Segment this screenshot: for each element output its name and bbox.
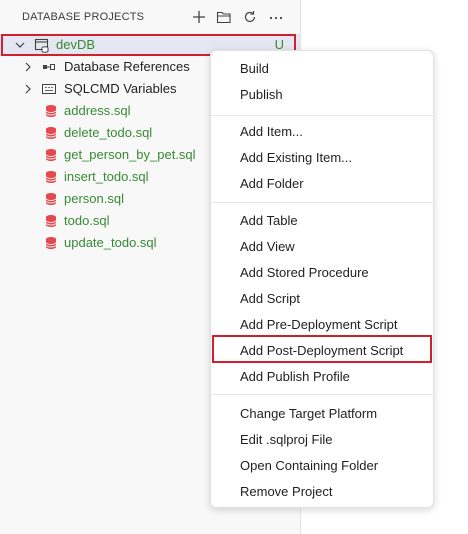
tree-item-label: SQLCMD Variables xyxy=(64,81,177,96)
menu-item-add-script[interactable]: Add Script xyxy=(211,287,433,311)
menu-item-add-stored-procedure[interactable]: Add Stored Procedure xyxy=(211,261,433,285)
post-deployment-highlight-box xyxy=(212,335,432,363)
sql-file-icon xyxy=(44,148,58,162)
file-label: get_person_by_pet.sql xyxy=(64,147,196,162)
folder-open-icon[interactable] xyxy=(216,9,232,25)
sql-file-icon xyxy=(44,236,58,250)
menu-item-add-view[interactable]: Add View xyxy=(211,235,433,259)
context-menu: Build Publish Add Item... Add Existing I… xyxy=(210,50,434,508)
refresh-icon[interactable] xyxy=(242,9,258,25)
menu-separator xyxy=(211,115,433,116)
panel-title: DATABASE PROJECTS xyxy=(22,11,145,23)
menu-item-edit-sqlproj-file[interactable]: Edit .sqlproj File xyxy=(211,428,433,452)
chevron-right-icon[interactable] xyxy=(20,59,36,75)
menu-item-add-table[interactable]: Add Table xyxy=(211,209,433,233)
references-icon xyxy=(42,60,56,74)
sql-file-icon xyxy=(44,126,58,140)
menu-item-publish[interactable]: Publish xyxy=(211,83,433,107)
menu-item-open-containing-folder[interactable]: Open Containing Folder xyxy=(211,454,433,478)
menu-item-add-publish-profile[interactable]: Add Publish Profile xyxy=(211,365,433,389)
file-label: person.sql xyxy=(64,191,124,206)
menu-separator xyxy=(211,202,433,203)
panel-header: DATABASE PROJECTS xyxy=(0,0,300,34)
sql-file-icon xyxy=(44,104,58,118)
file-label: insert_todo.sql xyxy=(64,169,149,184)
plus-icon[interactable] xyxy=(191,9,207,25)
file-label: update_todo.sql xyxy=(64,235,157,250)
menu-item-change-target-platform[interactable]: Change Target Platform xyxy=(211,402,433,426)
menu-separator xyxy=(211,394,433,395)
menu-item-add-pre-deployment-script[interactable]: Add Pre-Deployment Script xyxy=(211,313,433,337)
sql-file-icon xyxy=(44,214,58,228)
file-label: delete_todo.sql xyxy=(64,125,153,140)
menu-item-remove-project[interactable]: Remove Project xyxy=(211,480,433,504)
tree-item-label: Database References xyxy=(64,59,190,74)
file-label: address.sql xyxy=(64,103,131,118)
chevron-right-icon[interactable] xyxy=(20,81,36,97)
menu-item-build[interactable]: Build xyxy=(211,57,433,81)
more-icon[interactable] xyxy=(268,9,284,25)
file-label: todo.sql xyxy=(64,213,110,228)
menu-item-add-folder[interactable]: Add Folder xyxy=(211,172,433,196)
sql-file-icon xyxy=(44,170,58,184)
menu-item-add-existing-item[interactable]: Add Existing Item... xyxy=(211,146,433,170)
sql-file-icon xyxy=(44,192,58,206)
menu-item-add-item[interactable]: Add Item... xyxy=(211,120,433,144)
sqlcmd-variables-icon xyxy=(42,82,56,96)
